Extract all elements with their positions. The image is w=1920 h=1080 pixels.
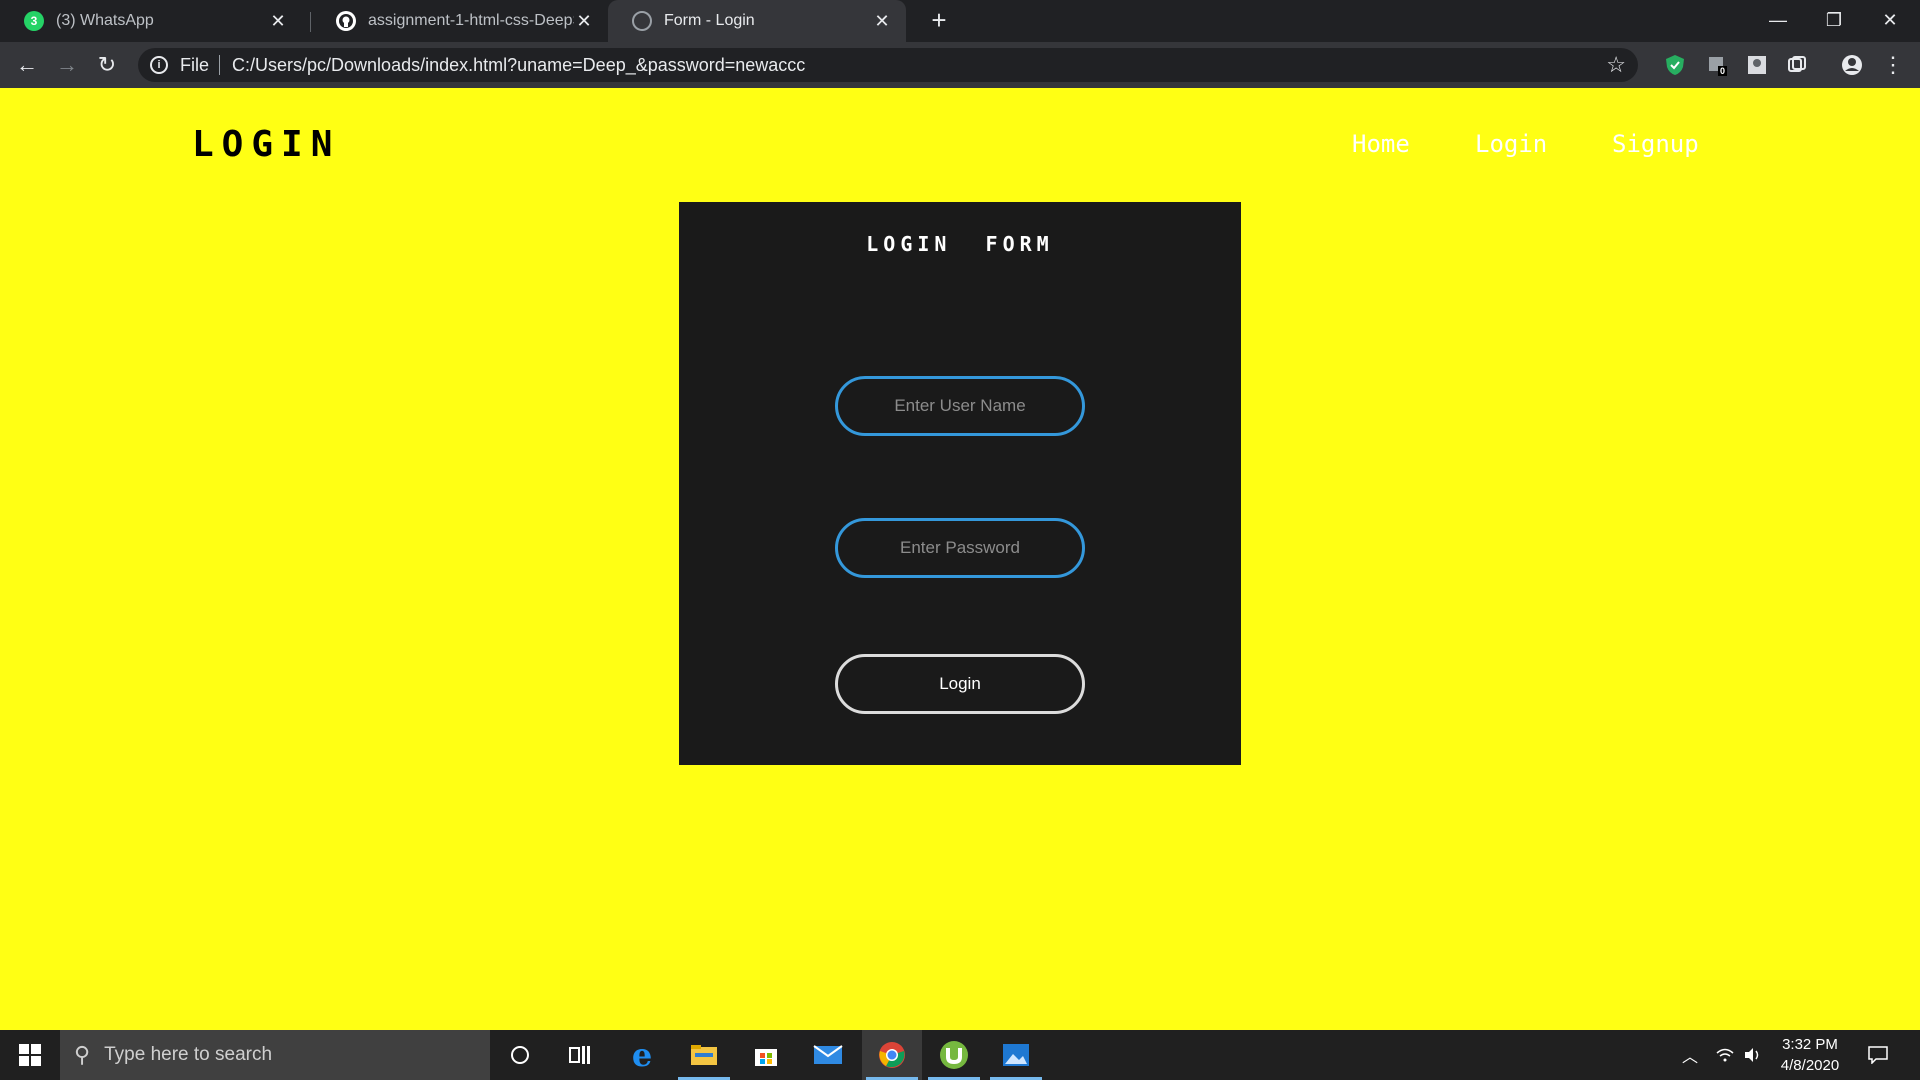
whatsapp-icon: 3 [24,11,44,31]
forward-arrow-icon[interactable]: → [52,50,82,80]
clock-time: 3:32 PM [1782,1036,1838,1053]
extension-badge: 0 [1718,66,1728,76]
task-view-icon[interactable] [550,1030,610,1080]
form-title: LOGIN FORM [866,232,1054,256]
login-form: LOGIN FORM Login [679,202,1241,765]
close-icon[interactable]: ✕ [268,11,288,32]
username-input[interactable] [835,376,1085,436]
password-input[interactable] [835,518,1085,578]
back-arrow-icon[interactable]: ← [12,50,42,80]
menu-kebab-icon[interactable]: ⋮ [1878,50,1908,80]
tab-form-login[interactable]: Form - Login ✕ [608,0,906,42]
search-icon: ⚲ [74,1042,91,1067]
tab-github[interactable]: assignment-1-html-css-DeepShe ✕ [312,0,608,42]
bookmark-star-icon[interactable]: ☆ [1606,52,1626,78]
extension-icon[interactable]: 0 [1706,54,1728,76]
action-center-icon[interactable] [1868,1030,1888,1080]
taskbar-clock[interactable]: 3:32 PM 4/8/2020 [1760,1034,1860,1076]
close-icon[interactable]: ✕ [574,11,594,32]
info-icon[interactable]: i [150,56,168,74]
nav-login[interactable]: Login [1475,130,1547,158]
windows-start-icon[interactable] [0,1030,60,1080]
close-window-icon[interactable]: ✕ [1862,0,1918,42]
ghost-extension-icon[interactable] [1746,54,1768,76]
show-hidden-icons-chevron-icon[interactable]: ︿ [1682,1030,1698,1080]
store-icon[interactable] [736,1030,796,1080]
web-page: LOGIN Home Login Signup LOGIN FORM Login [0,88,1920,1030]
whatsapp-unread-badge: 3 [30,14,38,28]
mail-icon[interactable] [798,1030,858,1080]
login-button[interactable]: Login [835,654,1085,714]
site-logo: LOGIN [192,124,341,165]
photos-icon[interactable] [986,1030,1046,1080]
chrome-icon[interactable] [862,1030,922,1080]
windows-taskbar: ⚲ Type here to search e ︿ 3:32 PM 4/8/20… [0,1030,1920,1080]
tab-strip: 3 (3) WhatsApp ✕ assignment-1-html-css-D… [0,0,1920,42]
shield-extension-icon[interactable] [1664,54,1686,76]
address-divider [219,55,221,75]
scheme-label: File [180,54,210,75]
file-explorer-icon[interactable] [674,1030,734,1080]
utorrent-icon[interactable] [924,1030,984,1080]
search-placeholder: Type here to search [104,1044,273,1065]
sync-extension-icon[interactable] [1786,54,1808,76]
close-icon[interactable]: ✕ [872,11,892,32]
new-tab-icon[interactable]: + [924,6,954,36]
reload-icon[interactable]: ↻ [92,50,122,80]
restore-icon[interactable]: ❐ [1806,0,1862,42]
tab-whatsapp[interactable]: 3 (3) WhatsApp ✕ [0,0,302,42]
wifi-icon[interactable] [1716,1030,1734,1080]
edge-browser-icon[interactable]: e [612,1030,672,1080]
taskbar-search[interactable]: ⚲ Type here to search [60,1030,490,1080]
minimize-icon[interactable]: — [1750,0,1806,42]
cortana-icon[interactable] [490,1030,550,1080]
address-bar[interactable]: i File C:/Users/pc/Downloads/index.html?… [138,48,1638,82]
tab-title: (3) WhatsApp [56,12,154,29]
profile-avatar-icon[interactable] [1841,54,1863,76]
tab-title: assignment-1-html-css-DeepShe [368,12,574,29]
nav-signup[interactable]: Signup [1612,130,1699,158]
tab-divider [310,12,311,32]
url-text[interactable]: C:/Users/pc/Downloads/index.html?uname=D… [232,55,805,76]
github-icon [336,11,356,31]
globe-icon [632,11,652,31]
tab-title: Form - Login [664,12,755,29]
browser-toolbar: ← → ↻ i File C:/Users/pc/Downloads/index… [0,42,1920,88]
nav-home[interactable]: Home [1352,130,1410,158]
clock-date: 4/8/2020 [1780,1057,1840,1074]
